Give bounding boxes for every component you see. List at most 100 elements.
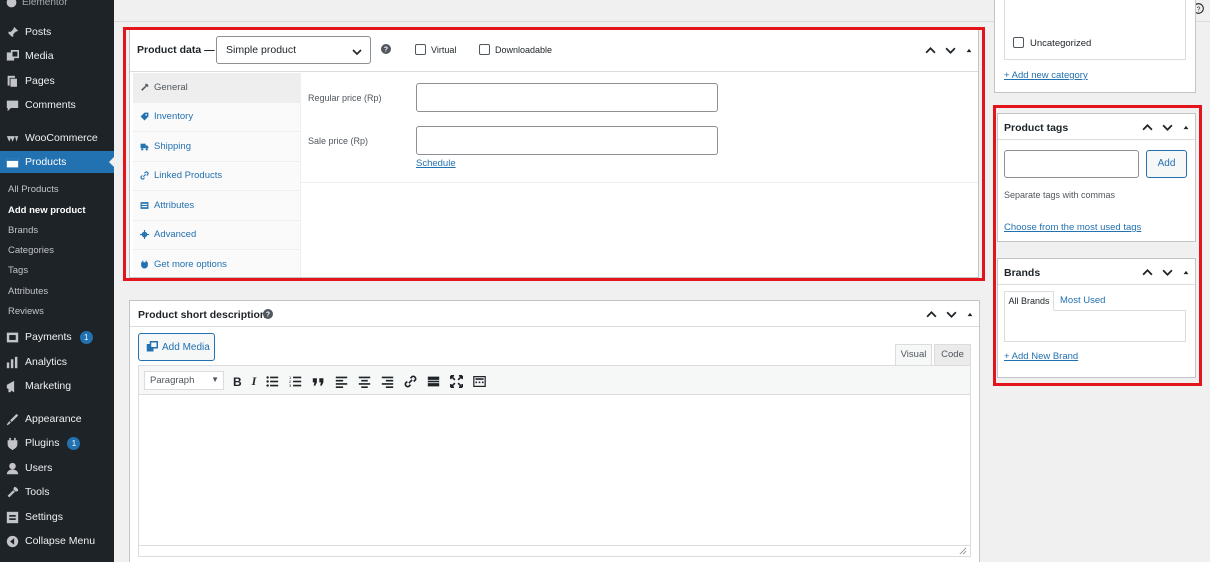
submenu-attributes[interactable]: Attributes [8, 286, 48, 297]
tag-icon [140, 112, 149, 121]
sale-price-input[interactable] [416, 126, 718, 155]
brands-title: Brands [1004, 267, 1041, 279]
submenu-reviews[interactable]: Reviews [8, 306, 44, 317]
align-left-icon[interactable] [335, 375, 348, 388]
tab-linked-products[interactable]: Linked Products [133, 162, 300, 191]
move-down-icon[interactable] [946, 309, 957, 320]
sidebar-item-elementor[interactable]: Elementor [5, 0, 68, 9]
settings-icon [6, 511, 19, 523]
collapse-menu-button[interactable]: Collapse Menu [0, 530, 114, 552]
downloadable-checkbox[interactable] [479, 44, 490, 55]
italic-icon[interactable]: I [252, 374, 257, 389]
sidebar-item-woocommerce[interactable]: WooCommerce [0, 127, 114, 149]
toggle-panel-icon[interactable] [966, 309, 974, 320]
add-new-brand-link[interactable]: + Add New Brand [1004, 351, 1078, 362]
submenu-brands[interactable]: Brands [8, 225, 38, 236]
fullscreen-icon[interactable] [450, 375, 464, 388]
tab-most-used[interactable]: Most Used [1060, 295, 1105, 306]
align-center-icon[interactable] [358, 375, 371, 388]
tag-input[interactable] [1004, 150, 1139, 178]
tab-code[interactable]: Code [934, 344, 971, 365]
align-right-icon[interactable] [381, 375, 394, 388]
move-down-icon[interactable] [1162, 122, 1173, 133]
tab-attributes[interactable]: Attributes [133, 191, 300, 221]
sidebar-item-media[interactable]: Media [0, 45, 114, 67]
plugin-icon [141, 260, 148, 269]
tab-all-brands[interactable]: All Brands [1004, 291, 1054, 311]
tags-hint: Separate tags with commas [1004, 190, 1116, 200]
toolbar-toggle-icon[interactable] [473, 375, 487, 388]
panel-controls [1142, 267, 1190, 278]
categories-panel: Uncategorized + Add new category [994, 0, 1196, 93]
schedule-link[interactable]: Schedule [416, 158, 456, 169]
sidebar-item-products[interactable]: Products [0, 151, 114, 173]
sidebar-item-marketing[interactable]: Marketing [0, 375, 114, 397]
category-checkbox[interactable] [1013, 37, 1024, 48]
svg-text:?: ? [384, 47, 388, 54]
sidebar-item-posts[interactable]: Posts [0, 21, 114, 43]
regular-price-input[interactable] [416, 83, 718, 112]
category-list [1004, 0, 1186, 60]
tab-visual[interactable]: Visual [895, 344, 932, 365]
submenu-all-products[interactable]: All Products [8, 184, 59, 195]
add-tag-button[interactable]: Add [1146, 150, 1187, 178]
toggle-panel-icon[interactable] [1182, 122, 1190, 133]
svg-text:?: ? [266, 312, 270, 319]
help-icon[interactable]: ? [263, 309, 273, 319]
bullet-list-icon[interactable] [266, 375, 279, 388]
tab-general[interactable]: General [133, 73, 300, 103]
read-more-icon[interactable] [427, 375, 440, 388]
sidebar-item-comments[interactable]: Comments [0, 94, 114, 116]
short-description-editor[interactable] [138, 395, 971, 555]
tab-advanced[interactable]: Advanced [133, 221, 300, 250]
divider [301, 182, 978, 183]
tab-label: Attributes [154, 199, 195, 211]
virtual-checkbox[interactable] [415, 44, 426, 55]
submenu-tags[interactable]: Tags [8, 265, 28, 276]
resize-handle-icon[interactable] [959, 547, 967, 555]
move-up-icon[interactable] [926, 309, 937, 320]
svg-text:3: 3 [289, 383, 292, 388]
help-icon[interactable]: ? [381, 44, 391, 54]
link-icon[interactable] [404, 375, 417, 388]
add-media-label: Add Media [162, 341, 210, 353]
sidebar-item-label: Elementor [22, 0, 68, 8]
product-data-tabs: General Inventory Shipping Linked Produc… [133, 73, 301, 277]
sidebar-item-pages[interactable]: Pages [0, 70, 114, 92]
bold-icon[interactable]: B [233, 375, 242, 389]
sidebar-item-analytics[interactable]: Analytics [0, 351, 114, 373]
sidebar-item-payments[interactable]: Payments 1 [0, 326, 114, 348]
product-type-value: Simple product [226, 44, 297, 56]
sidebar-item-plugins[interactable]: Plugins 1 [0, 432, 114, 454]
blockquote-icon[interactable] [312, 375, 325, 388]
format-select[interactable]: Paragraph ▼ [144, 371, 224, 390]
sidebar-item-appearance[interactable]: Appearance [0, 408, 114, 430]
sidebar-item-label: WooCommerce [25, 132, 98, 144]
choose-most-used-tags-link[interactable]: Choose from the most used tags [1004, 222, 1141, 233]
table-icon [140, 201, 149, 209]
add-media-button[interactable]: Add Media [138, 333, 215, 361]
sidebar-item-users[interactable]: Users [0, 457, 114, 479]
link-icon [140, 171, 149, 180]
media-icon [6, 49, 19, 61]
move-up-icon[interactable] [925, 45, 936, 56]
truck-icon [140, 143, 149, 151]
move-up-icon[interactable] [1142, 122, 1153, 133]
tab-shipping[interactable]: Shipping [133, 132, 300, 162]
toggle-panel-icon[interactable] [965, 45, 973, 56]
users-icon [6, 462, 19, 474]
add-new-category-link[interactable]: + Add new category [1004, 70, 1088, 81]
move-up-icon[interactable] [1142, 267, 1153, 278]
sidebar-item-settings[interactable]: Settings [0, 506, 114, 528]
toggle-panel-icon[interactable] [1182, 267, 1190, 278]
move-down-icon[interactable] [1162, 267, 1173, 278]
brands-list [1004, 310, 1186, 342]
tab-get-more-options[interactable]: Get more options [133, 250, 300, 280]
product-type-select[interactable]: Simple product [216, 36, 371, 64]
move-down-icon[interactable] [945, 45, 956, 56]
tab-inventory[interactable]: Inventory [133, 103, 300, 132]
numbered-list-icon[interactable]: 123 [289, 375, 302, 388]
sidebar-item-tools[interactable]: Tools [0, 481, 114, 503]
submenu-categories[interactable]: Categories [8, 245, 54, 256]
submenu-add-new-product[interactable]: Add new product [8, 205, 86, 216]
